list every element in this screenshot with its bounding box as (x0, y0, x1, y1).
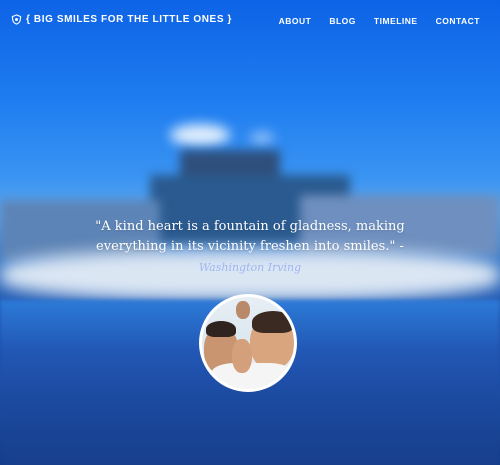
main-menu: ABOUT BLOG TIMELINE CONTACT (279, 16, 480, 26)
navbar: { BIG SMILES FOR THE LITTLE ONES } ABOUT… (0, 0, 500, 44)
shield-icon (11, 14, 22, 25)
shore (0, 250, 500, 300)
cloud (250, 132, 274, 144)
brand[interactable]: { BIG SMILES FOR THE LITTLE ONES } (11, 14, 232, 25)
child-hair (206, 321, 236, 337)
child-shirt (212, 363, 292, 389)
nav-contact[interactable]: CONTACT (436, 16, 480, 26)
nav-about[interactable]: ABOUT (279, 16, 312, 26)
cloud (170, 124, 230, 146)
child-hair (252, 311, 294, 333)
avatar (199, 294, 297, 392)
background-kid (236, 301, 250, 319)
quote-line-2: everything in its vicinity freshen into … (96, 239, 404, 254)
nav-blog[interactable]: BLOG (329, 16, 356, 26)
nav-timeline[interactable]: TIMELINE (374, 16, 418, 26)
quote-author: Washington Irving (198, 261, 302, 274)
child-arm (232, 339, 252, 373)
hero-quote: "A kind heart is a fountain of gladness,… (90, 217, 410, 257)
quote-line-1: "A kind heart is a fountain of gladness,… (95, 219, 405, 234)
brand-name: { BIG SMILES FOR THE LITTLE ONES } (26, 14, 232, 25)
